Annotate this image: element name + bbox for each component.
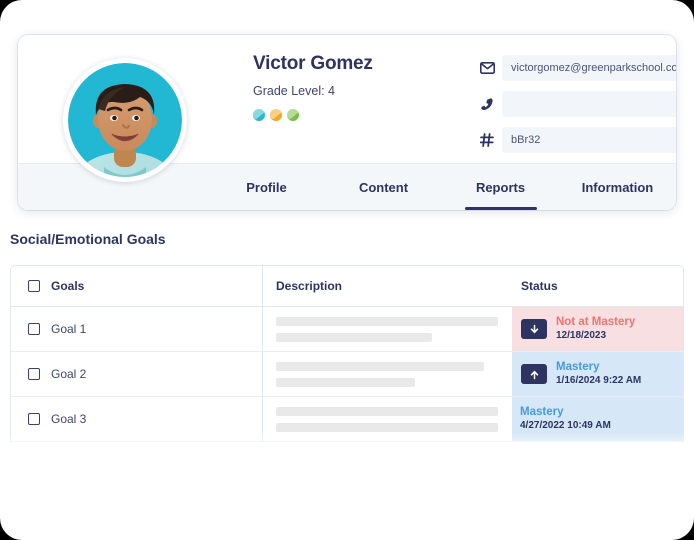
header-cell-goals: Goals [11, 266, 263, 306]
header-label-description: Description [276, 279, 343, 293]
table-row[interactable]: Goal 3 Mastery 4/27/2022 10:49 AM [11, 397, 683, 442]
status-badge: Mastery [520, 406, 564, 419]
status-text: Mastery 4/27/2022 10:49 AM [520, 406, 611, 432]
student-id-field[interactable]: bBr32 [502, 127, 676, 153]
tab-reports[interactable]: Reports [442, 164, 559, 210]
status-arrow-up-badge[interactable] [521, 364, 547, 384]
header-label-goals: Goals [51, 279, 85, 293]
status-badge: Mastery [556, 361, 600, 374]
phone-field[interactable] [502, 91, 676, 117]
goals-table: Goals Description Status Goal 1 Not at M… [10, 265, 684, 443]
description-placeholder-bar [276, 422, 498, 432]
status-badge: Not at Mastery [556, 316, 636, 329]
contact-row-email: victorgomez@greenparkschool.com [480, 55, 676, 81]
envelope-icon [480, 62, 502, 74]
description-cell [263, 352, 512, 396]
description-placeholder-bar [276, 332, 432, 342]
status-date: 4/27/2022 10:49 AM [520, 420, 611, 432]
description-placeholder-bar [276, 377, 416, 387]
hash-icon [480, 133, 502, 147]
phone-icon [480, 97, 502, 111]
table-row[interactable]: Goal 1 Not at Mastery 12/18/2023 [11, 307, 683, 352]
badge-green [287, 109, 299, 121]
goal-label: Goal 1 [51, 322, 87, 336]
status-arrow-down-badge[interactable] [521, 319, 547, 339]
row-checkbox[interactable] [28, 323, 40, 335]
description-cell [263, 307, 512, 351]
goal-label: Goal 3 [51, 412, 87, 426]
goal-cell: Goal 2 [11, 352, 263, 396]
contact-row-phone [480, 91, 676, 117]
goal-cell: Goal 3 [11, 397, 263, 441]
tab-content[interactable]: Content [325, 164, 442, 210]
status-text: Mastery 1/16/2024 9:22 AM [556, 361, 641, 387]
goal-label: Goal 2 [51, 367, 87, 381]
contact-fields: victorgomez@greenparkschool.com bBr32 [480, 55, 676, 163]
contact-row-id: bBr32 [480, 127, 676, 153]
status-date: 12/18/2023 [556, 330, 607, 342]
status-cell: Not at Mastery 12/18/2023 [512, 307, 683, 351]
description-placeholder-bar [276, 316, 498, 326]
avatar [63, 58, 187, 182]
tab-information[interactable]: Information [559, 164, 676, 210]
grade-level-label: Grade Level: 4 [253, 84, 335, 98]
select-all-checkbox[interactable] [28, 280, 40, 292]
status-text: Not at Mastery 12/18/2023 [556, 316, 635, 342]
email-field[interactable]: victorgomez@greenparkschool.com [502, 55, 676, 81]
student-profile-card: Victor Gomez Grade Level: 4 victorgomez@… [18, 35, 676, 210]
header-label-status: Status [521, 279, 558, 293]
description-cell [263, 397, 512, 441]
description-placeholder-bar [276, 406, 498, 416]
table-row[interactable]: Goal 2 Mastery 1/16/2024 9:22 AM [11, 352, 683, 397]
page-title: Victor Gomez [253, 53, 373, 74]
goal-cell: Goal 1 [11, 307, 263, 351]
screenshot-root: Victor Gomez Grade Level: 4 victorgomez@… [0, 0, 694, 540]
tab-profile[interactable]: Profile [208, 164, 325, 210]
description-placeholder-bar [276, 361, 484, 371]
section-title: Social/Emotional Goals [10, 231, 166, 247]
table-header-row: Goals Description Status [11, 266, 683, 307]
student-identity: Victor Gomez Grade Level: 4 [253, 53, 468, 121]
row-checkbox[interactable] [28, 368, 40, 380]
header-cell-description: Description [263, 266, 512, 306]
badge-teal [253, 109, 265, 121]
row-checkbox[interactable] [28, 413, 40, 425]
status-date: 1/16/2024 9:22 AM [556, 375, 642, 387]
badge-orange [270, 109, 282, 121]
status-cell: Mastery 1/16/2024 9:22 AM [512, 352, 683, 396]
badge-list [253, 109, 468, 121]
profile-card-body: Victor Gomez Grade Level: 4 victorgomez@… [18, 35, 676, 182]
status-cell: Mastery 4/27/2022 10:49 AM [512, 397, 683, 441]
header-cell-status: Status [512, 266, 683, 306]
student-photo-icon [68, 63, 182, 177]
